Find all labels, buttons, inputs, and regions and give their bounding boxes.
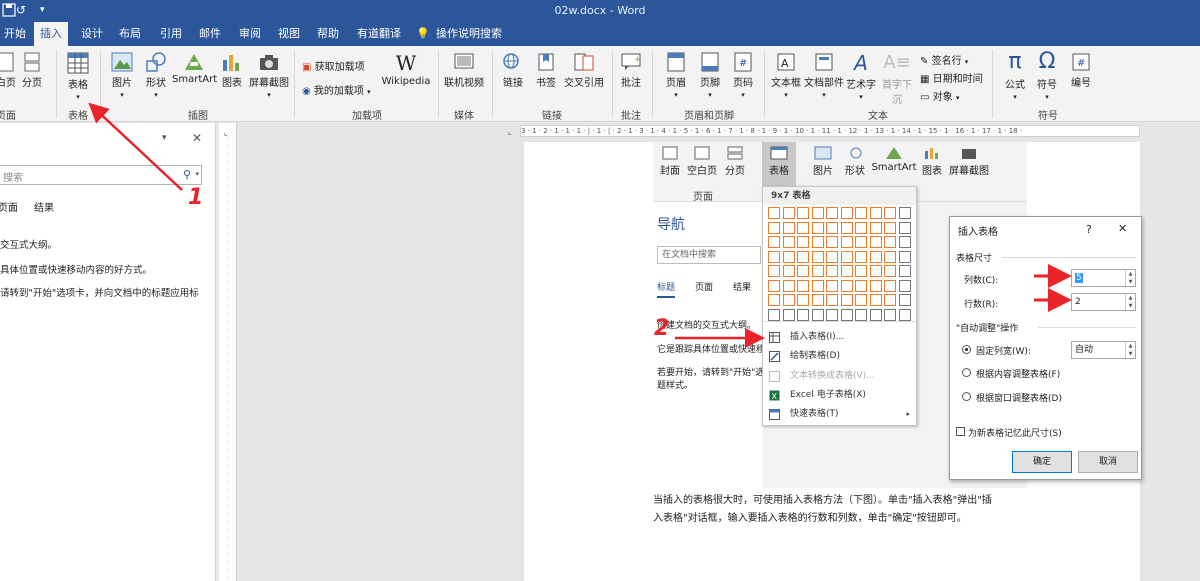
step-number-1: 1: [188, 185, 204, 210]
annotation-overlay: [88, 102, 1072, 348]
arrow-to-table-button: [88, 102, 183, 191]
step-number-2: 2: [654, 316, 670, 341]
